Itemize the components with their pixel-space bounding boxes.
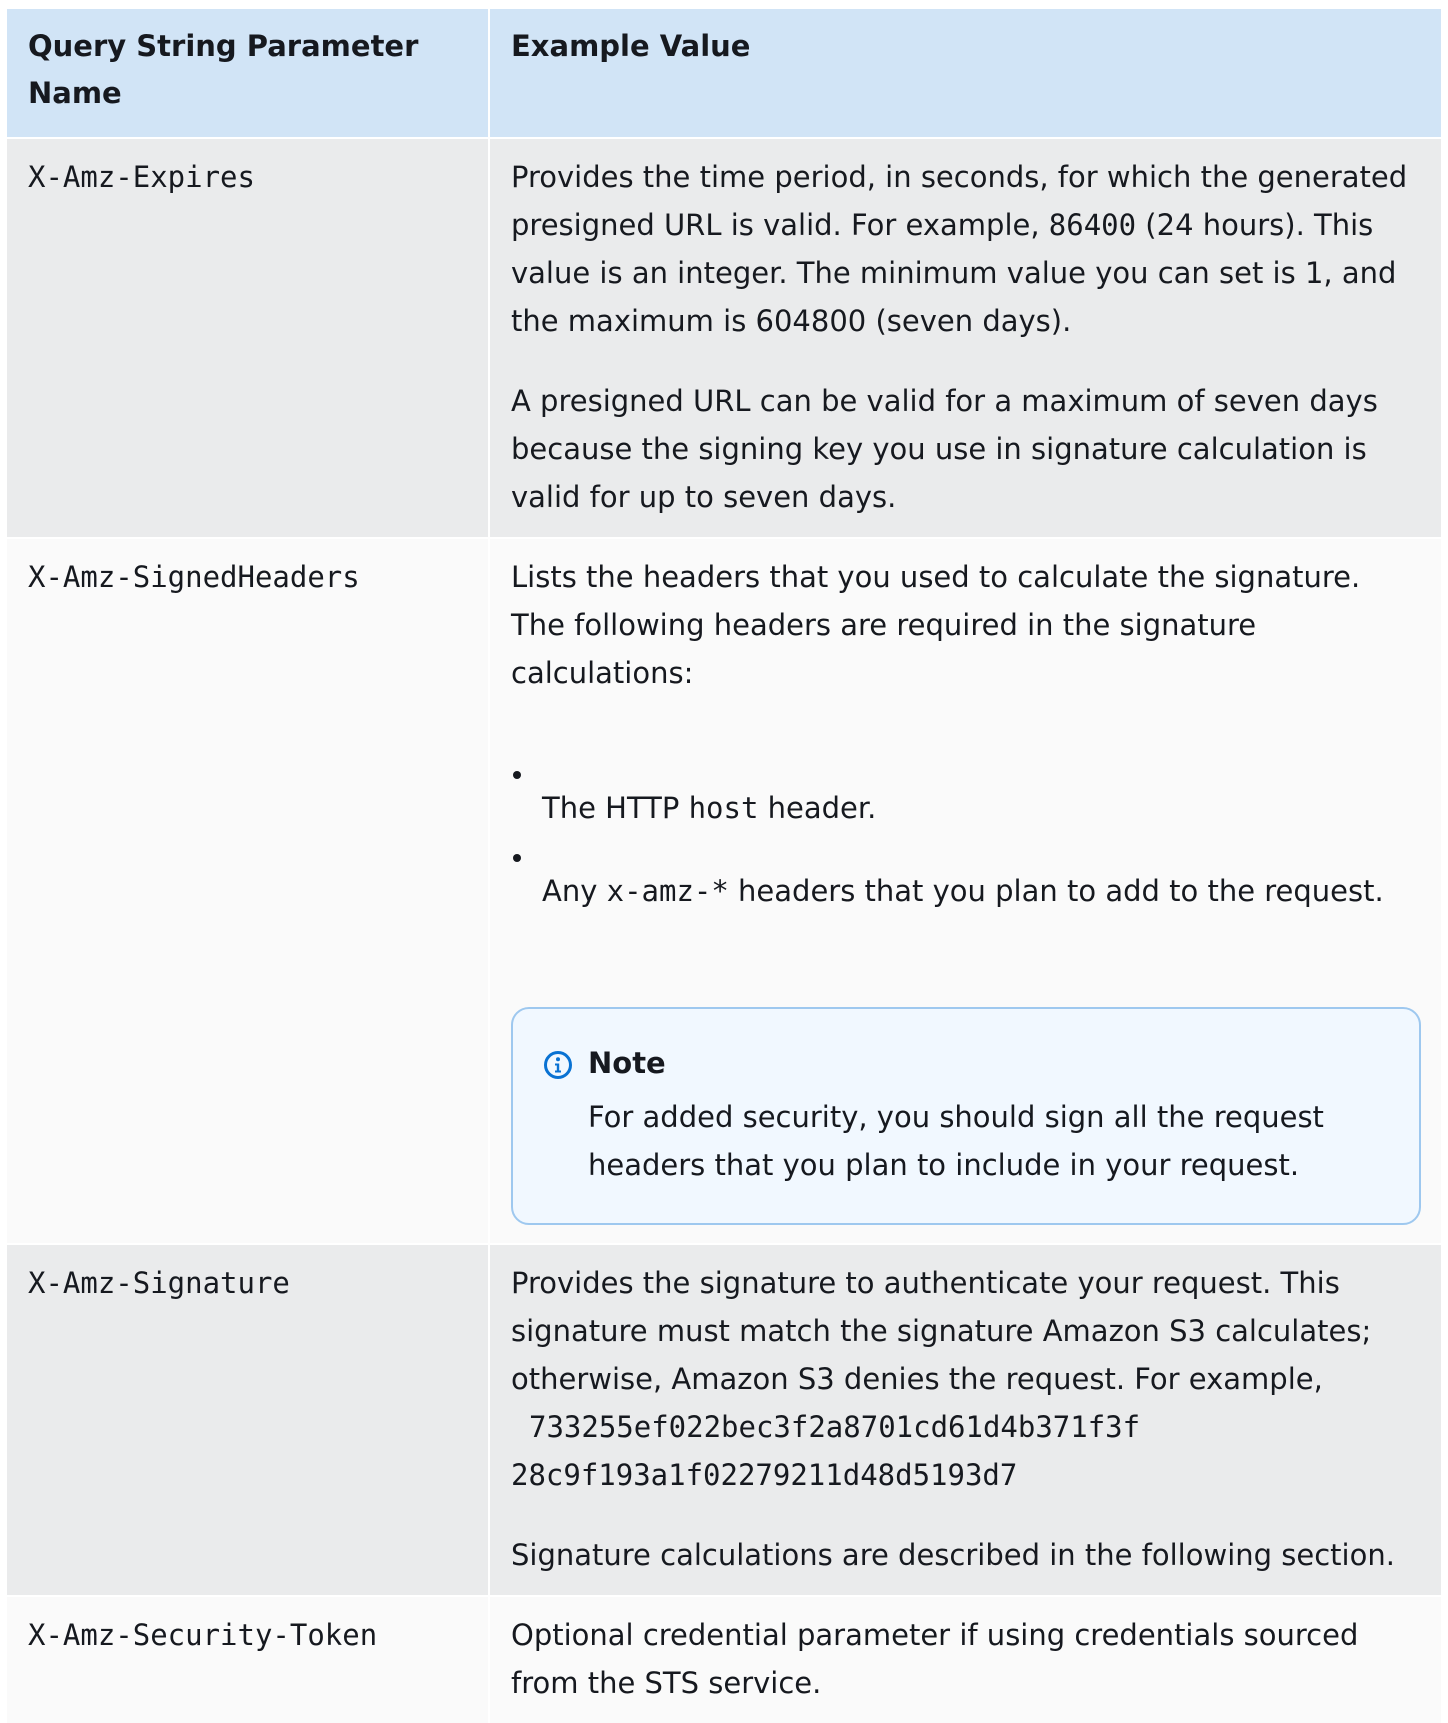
list-item-text: headers that you plan to add to the requ… [728, 874, 1384, 908]
column-header-parameter-name: Query String Parameter Name [7, 9, 489, 138]
table-row: X-Amz-SignedHeaders Lists the headers th… [7, 537, 1441, 1244]
parameter-name-cell: X-Amz-Security-Token [7, 1595, 489, 1723]
table-header-row: Query String Parameter Name Example Valu… [7, 9, 1441, 138]
example-value-cell: Lists the headers that you used to calcu… [488, 537, 1441, 1244]
description-paragraph: Lists the headers that you used to calcu… [511, 560, 1361, 690]
signature-example-code: 28c9f193a1f02279211d48d5193d7 [511, 1458, 1018, 1492]
table-row: X-Amz-Expires Provides the time period, … [7, 137, 1441, 538]
parameter-name: X-Amz-SignedHeaders [28, 560, 360, 594]
example-value-cell: Provides the time period, in seconds, fo… [488, 137, 1441, 538]
example-value-cell: Provides the signature to authenticate y… [488, 1243, 1441, 1596]
description-text: Provides the signature to authenticate y… [511, 1266, 1372, 1396]
required-headers-list: The HTTP host header. Any x-amz-* header… [511, 763, 1421, 915]
note-callout: Note For added security, you should sign… [511, 1007, 1421, 1225]
table-row: X-Amz-Security-Token Optional credential… [7, 1595, 1441, 1723]
list-item-text: header. [758, 791, 877, 825]
bullet-icon [513, 771, 521, 779]
parameter-name: X-Amz-Signature [28, 1266, 290, 1300]
inline-code: host [688, 791, 759, 825]
inline-code: 86400 [1048, 208, 1137, 242]
signature-example-code: 733255ef022bec3f2a8701cd61d4b371f3f [529, 1410, 1141, 1444]
note-header: Note [543, 1039, 1389, 1087]
description-paragraph: Provides the time period, in seconds, fo… [511, 153, 1421, 345]
parameter-name-cell: X-Amz-SignedHeaders [7, 537, 489, 1244]
column-header-example-value: Example Value [488, 9, 1441, 138]
note-title: Note [588, 1046, 666, 1080]
table-row: X-Amz-Signature Provides the signature t… [7, 1243, 1441, 1596]
parameter-name: X-Amz-Expires [28, 160, 255, 194]
inline-code: x-amz-* [606, 874, 729, 908]
list-item: Any x-amz-* headers that you plan to add… [511, 846, 1421, 915]
parameter-table: Query String Parameter Name Example Valu… [7, 9, 1441, 1723]
bullet-icon [513, 854, 521, 862]
description-paragraph: A presigned URL can be valid for a maxim… [511, 384, 1378, 514]
list-item: The HTTP host header. [511, 763, 1421, 832]
description-paragraph: Signature calculations are described in … [511, 1538, 1395, 1572]
parameter-name: X-Amz-Security-Token [28, 1618, 378, 1652]
info-circle-icon [544, 1051, 572, 1079]
description-paragraph: Optional credential parameter if using c… [511, 1618, 1359, 1700]
parameter-name-cell: X-Amz-Signature [7, 1243, 489, 1596]
list-item-text: Any [542, 874, 607, 908]
description-paragraph: Provides the signature to authenticate y… [511, 1259, 1421, 1499]
example-value-cell: Optional credential parameter if using c… [488, 1595, 1441, 1723]
note-text: For added security, you should sign all … [588, 1100, 1324, 1182]
list-item-text: The HTTP [542, 791, 689, 825]
parameter-name-cell: X-Amz-Expires [7, 137, 489, 538]
